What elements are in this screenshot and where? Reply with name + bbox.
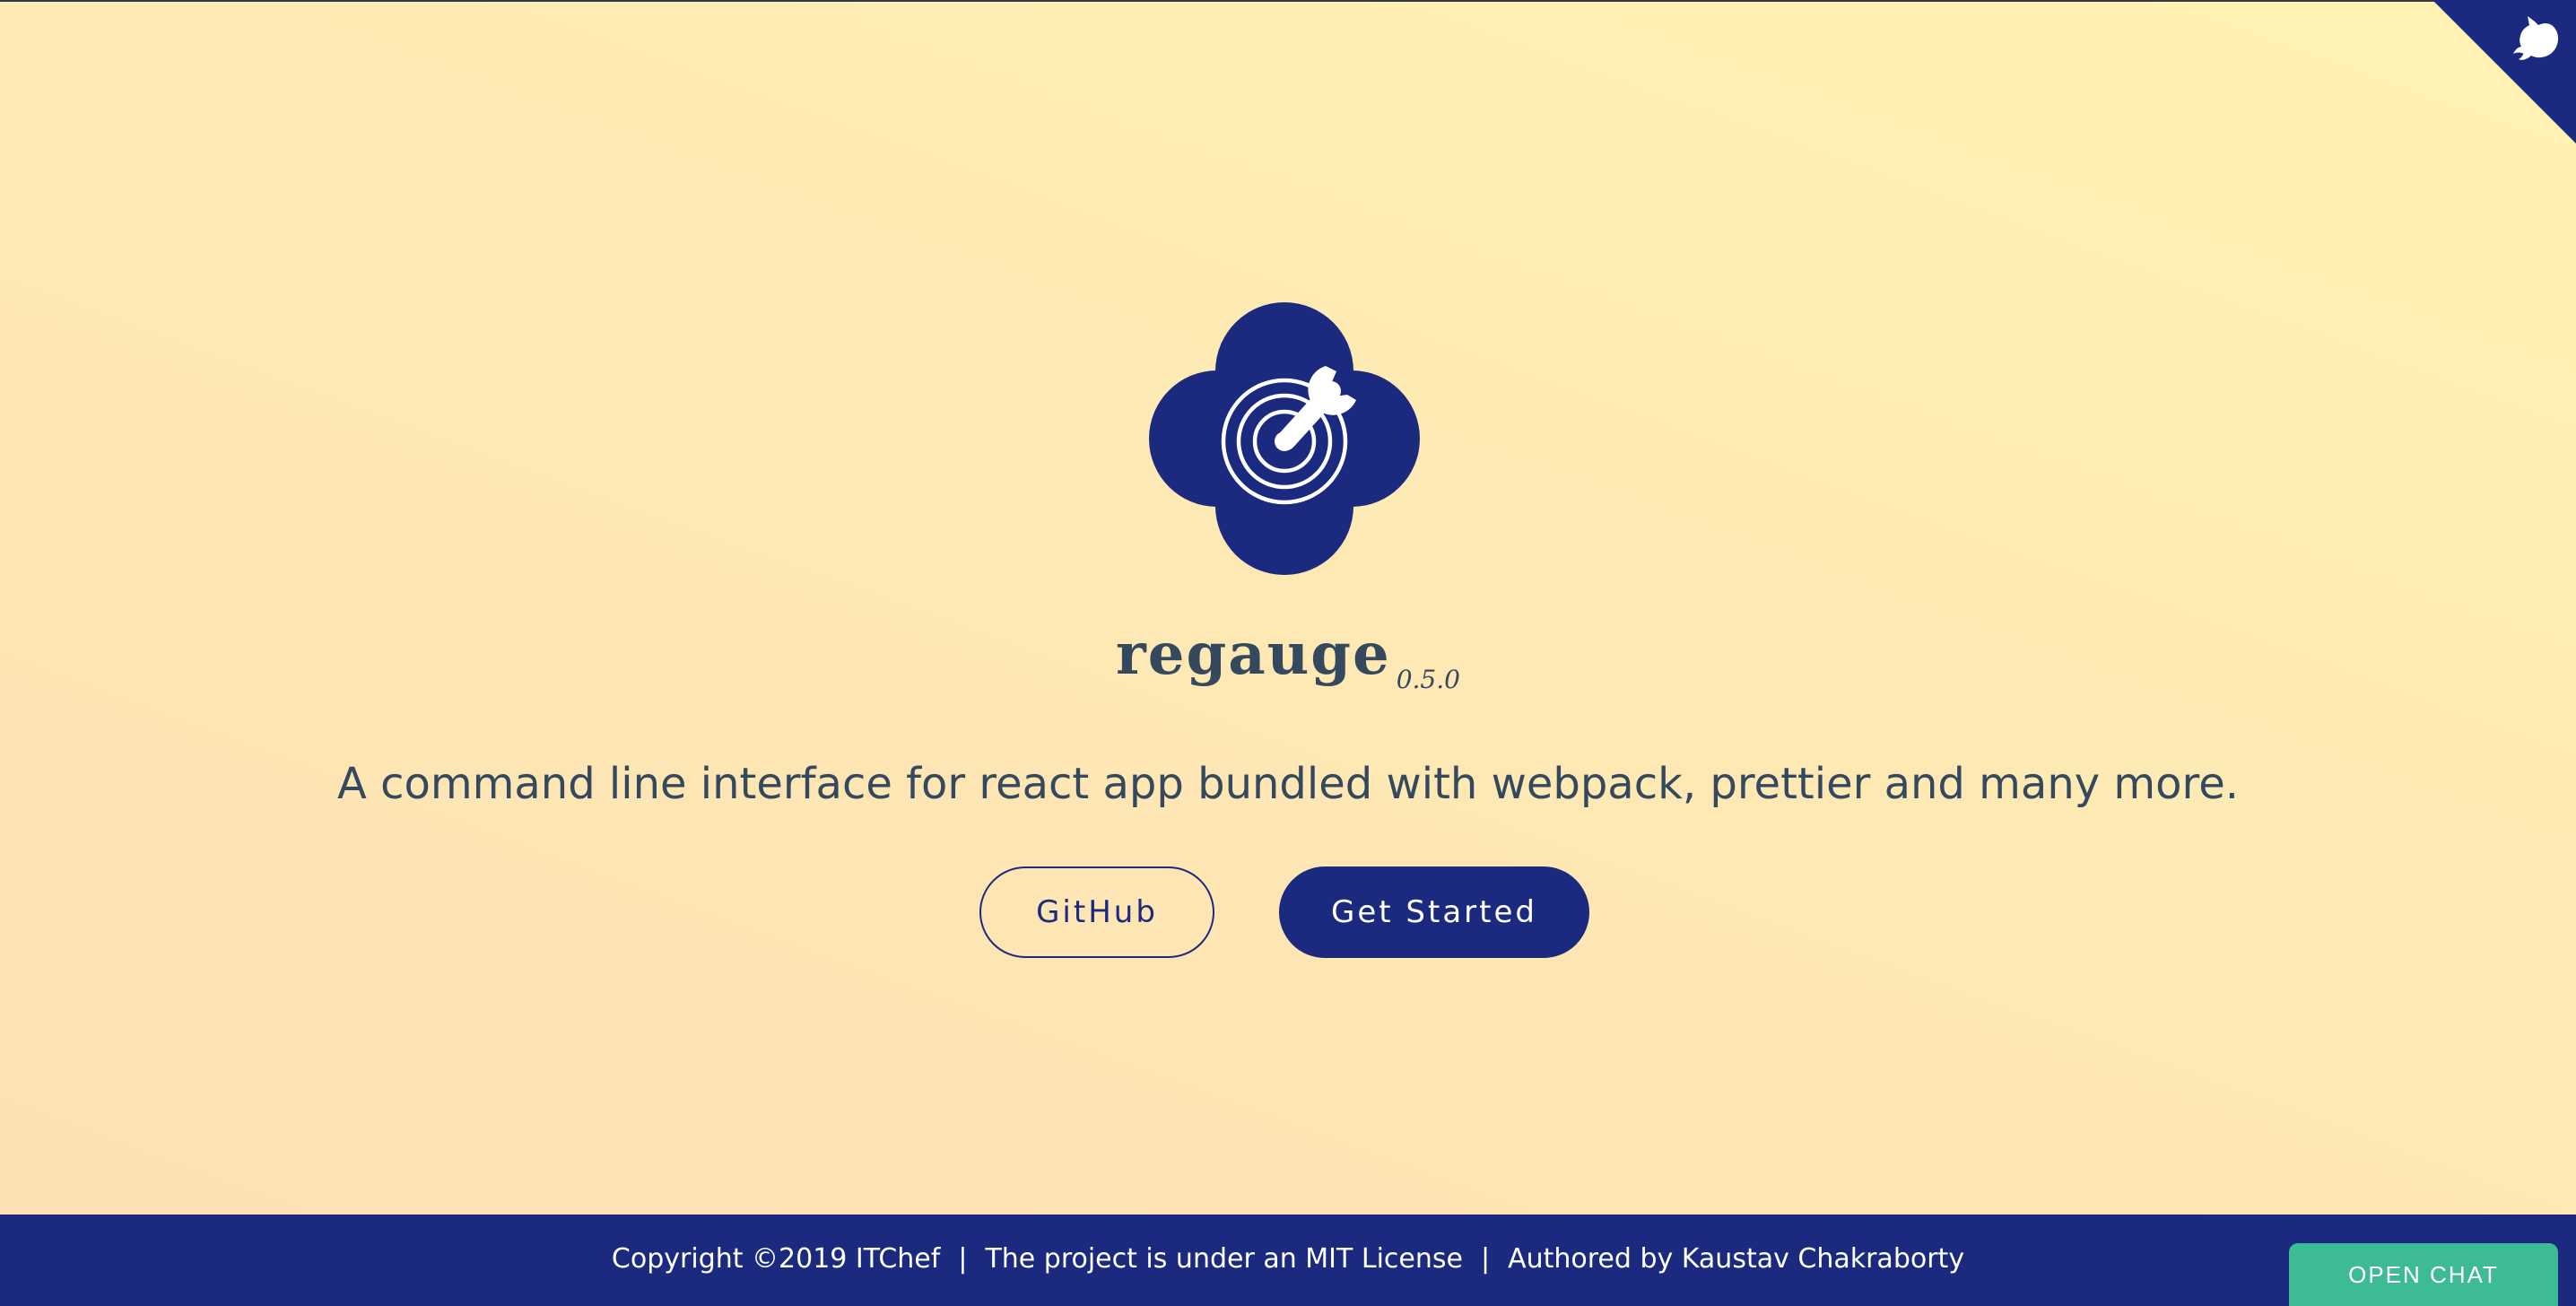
get-started-button[interactable]: Get Started bbox=[1279, 866, 1589, 958]
footer-author-link[interactable]: Authored by Kaustav Chakraborty bbox=[1508, 1243, 1964, 1275]
footer: Copyright ©2019 ITChef | The project is un… bbox=[0, 1215, 2576, 1306]
target-wrench-icon bbox=[1149, 302, 1420, 575]
footer-text: Copyright ©2019 ITChef | The project is un… bbox=[0, 1243, 2576, 1275]
footer-copyright: Copyright ©2019 ITChef bbox=[611, 1243, 941, 1275]
footer-separator: | bbox=[1480, 1243, 1491, 1275]
app-version: 0.5.0 bbox=[1396, 665, 1460, 694]
open-chat-button[interactable]: OPEN CHAT bbox=[2289, 1243, 2558, 1306]
github-button[interactable]: GitHub bbox=[979, 866, 1214, 958]
footer-separator: | bbox=[958, 1243, 968, 1275]
app-name: regauge bbox=[1116, 621, 1391, 688]
app-title: regauge 0.5.0 bbox=[987, 621, 1589, 694]
github-octocat-icon[interactable] bbox=[2432, 0, 2576, 144]
footer-license-link[interactable]: The project is under an MIT License bbox=[985, 1243, 1463, 1275]
tagline: A command line interface for react app b… bbox=[336, 759, 2239, 809]
hero-section: regauge 0.5.0 A command line interface fo… bbox=[0, 0, 2576, 1215]
